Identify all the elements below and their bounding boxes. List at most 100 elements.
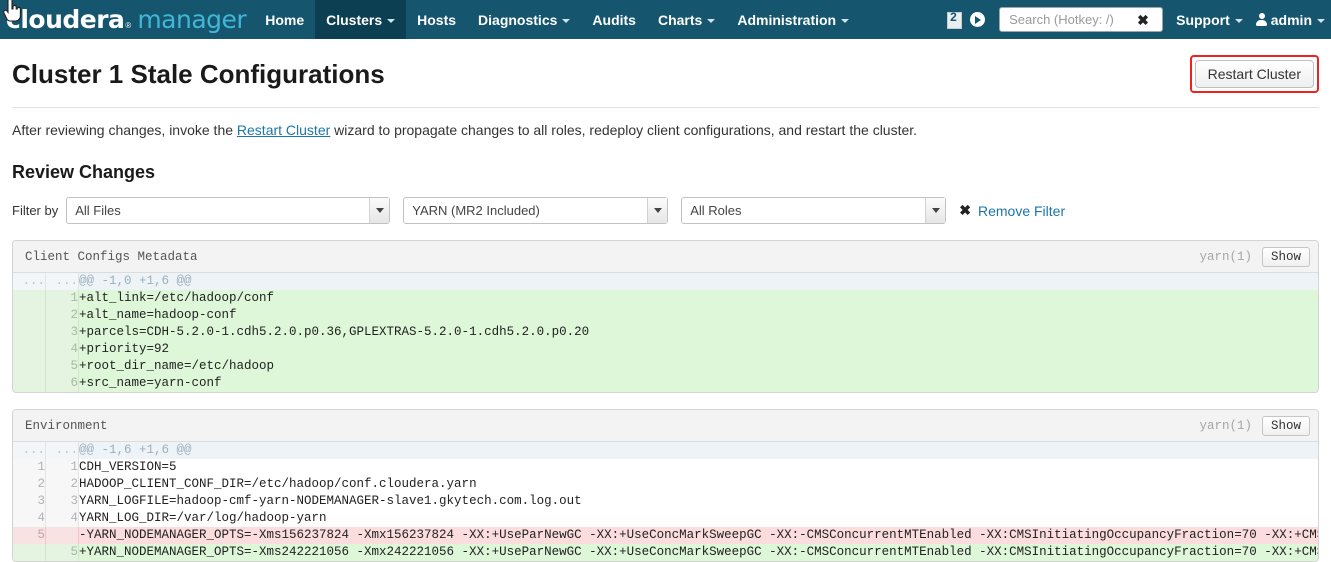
diff-panel-service-tag: yarn(1) [1199, 249, 1252, 264]
user-menu-label: admin [1270, 11, 1312, 28]
diff-row: 2 2 HADOOP_CLIENT_CONF_DIR=/etc/hadoop/c… [13, 476, 1318, 493]
diff-table: ... ... @@ -1,0 +1,6 @@ 1 +alt_link=/etc… [13, 273, 1318, 392]
service-filter-value: YARN (MR2 Included) [412, 203, 540, 218]
diff-panel-title: Client Configs Metadata [25, 249, 198, 264]
navbar-right-tools: 2 ✖ Support admin [945, 0, 1331, 39]
diff-old-lineno [13, 358, 46, 375]
remove-filter-button[interactable]: ✖ Remove Filter [959, 202, 1065, 219]
top-navbar: cloudera ® manager Home Clusters Hosts D… [0, 0, 1331, 39]
diff-row: 1 1 CDH_VERSION=5 [13, 459, 1318, 476]
chevron-down-icon [647, 198, 668, 223]
diff-code: +root_dir_name=/etc/hadoop [78, 358, 1318, 375]
diff-code: +alt_link=/etc/hadoop/conf [78, 290, 1318, 307]
diff-new-lineno: 1 [45, 290, 79, 307]
diff-old-lineno: 5 [13, 527, 46, 544]
running-commands-count: 2 [950, 9, 957, 24]
support-menu[interactable]: Support [1176, 12, 1243, 28]
brand-manager-text: manager [137, 5, 247, 34]
nav-item-hosts[interactable]: Hosts [406, 0, 467, 39]
diff-code: CDH_VERSION=5 [78, 459, 1318, 476]
diff-code: YARN_LOGFILE=hadoop-cmf-yarn-NODEMANAGER… [78, 493, 1318, 510]
search-clear-icon[interactable]: ✖ [1137, 13, 1149, 27]
diff-old-lineno: 3 [13, 493, 46, 510]
close-icon: ✖ [959, 202, 971, 218]
nav-item-audits[interactable]: Audits [581, 0, 647, 39]
diff-new-lineno: 3 [45, 493, 79, 510]
service-filter-select[interactable]: YARN (MR2 Included) [403, 197, 669, 224]
diff-new-lineno: ... [45, 273, 79, 290]
user-menu[interactable]: admin [1255, 11, 1325, 28]
restart-cluster-link[interactable]: Restart Cluster [237, 122, 330, 138]
show-button[interactable]: Show [1261, 246, 1310, 267]
diff-old-lineno [13, 290, 46, 307]
nav-item-home[interactable]: Home [254, 0, 315, 39]
nav-item-diagnostics[interactable]: Diagnostics [467, 0, 581, 39]
files-filter-select[interactable]: All Files [66, 197, 391, 224]
recent-commands-icon[interactable] [970, 12, 986, 27]
page-title: Cluster 1 Stale Configurations [12, 58, 385, 89]
primary-nav: Home Clusters Hosts Diagnostics Audits C… [254, 0, 860, 39]
diff-row: 6 +src_name=yarn-conf [13, 375, 1318, 392]
show-button[interactable]: Show [1261, 415, 1310, 436]
diff-panel-service-tag: yarn(1) [1199, 418, 1252, 433]
brand-trademark-symbol: ® [125, 21, 132, 30]
diff-panel-environment: Environment yarn(1) Show ... ... @@ -1,6… [12, 409, 1319, 562]
roles-filter-select[interactable]: All Roles [681, 197, 947, 224]
nav-item-charts-label: Charts [657, 11, 703, 28]
diff-code: +alt_name=hadoop-conf [78, 307, 1318, 324]
diff-row: 4 +priority=92 [13, 341, 1318, 358]
diff-old-lineno [13, 544, 46, 561]
search-input[interactable] [1007, 11, 1136, 28]
remove-filter-label: Remove Filter [977, 202, 1066, 219]
chevron-down-icon [387, 18, 396, 23]
nav-item-administration[interactable]: Administration [726, 0, 860, 39]
diff-row: ... ... @@ -1,6 +1,6 @@ [13, 442, 1318, 459]
diff-new-lineno [45, 527, 79, 544]
diff-code: +parcels=CDH-5.2.0-1.cdh5.2.0.p0.36,GPLE… [78, 324, 1318, 341]
diff-old-lineno: ... [13, 273, 46, 290]
diff-panel-header: Client Configs Metadata yarn(1) Show [13, 241, 1318, 273]
review-changes-heading: Review Changes [12, 162, 156, 182]
user-icon [1255, 13, 1267, 26]
diff-new-lineno: 2 [45, 476, 79, 493]
diff-row: 3 3 YARN_LOGFILE=hadoop-cmf-yarn-NODEMAN… [13, 493, 1318, 510]
diff-panel-header-right: yarn(1) Show [1199, 246, 1310, 267]
diff-new-lineno: 3 [45, 324, 79, 341]
diff-new-lineno: 6 [45, 375, 79, 392]
diff-row: 5 +YARN_NODEMANAGER_OPTS=-Xms242221056 -… [13, 544, 1318, 561]
diff-old-lineno [13, 324, 46, 341]
nav-item-charts[interactable]: Charts [647, 0, 726, 39]
diff-row: 3 +parcels=CDH-5.2.0-1.cdh5.2.0.p0.36,GP… [13, 324, 1318, 341]
diff-row: 5 -YARN_NODEMANAGER_OPTS=-Xms156237824 -… [13, 527, 1318, 544]
nav-item-diagnostics-label: Diagnostics [478, 11, 558, 28]
diff-old-lineno [13, 307, 46, 324]
chevron-down-icon [562, 18, 571, 23]
nav-item-clusters-label: Clusters [326, 11, 383, 28]
diff-table: ... ... @@ -1,6 +1,6 @@ 1 1 CDH_VERSION=… [13, 442, 1318, 561]
diff-code: YARN_LOG_DIR=/var/log/hadoop-yarn [78, 510, 1318, 527]
filter-by-label: Filter by [12, 203, 59, 218]
diff-new-lineno: 1 [45, 459, 79, 476]
nav-item-clusters[interactable]: Clusters [315, 0, 407, 39]
diff-code: +YARN_NODEMANAGER_OPTS=-Xms242221056 -Xm… [78, 544, 1318, 561]
restart-cluster-button[interactable]: Restart Cluster [1194, 60, 1314, 88]
diff-code: @@ -1,6 +1,6 @@ [78, 442, 1318, 459]
running-commands-icon[interactable]: 2 [945, 9, 965, 29]
diff-code: +src_name=yarn-conf [78, 375, 1318, 392]
search-box[interactable]: ✖ [999, 7, 1164, 32]
diff-new-lineno: 2 [45, 307, 79, 324]
diff-old-lineno [13, 341, 46, 358]
nav-item-hosts-label: Hosts [417, 11, 457, 28]
nav-item-administration-label: Administration [737, 11, 837, 28]
diff-old-lineno: ... [13, 442, 46, 459]
diff-panel-header-right: yarn(1) Show [1199, 415, 1310, 436]
page-body: Cluster 1 Stale Configurations Restart C… [0, 39, 1331, 562]
diff-old-lineno: 1 [13, 459, 46, 476]
chevron-down-icon [369, 198, 390, 223]
diff-new-lineno: 4 [45, 341, 79, 358]
brand-cloudera-text: cloudera [6, 5, 125, 34]
cloudera-manager-logo[interactable]: cloudera ® manager [0, 5, 247, 34]
diff-code: @@ -1,0 +1,6 @@ [78, 273, 1318, 290]
nav-item-audits-label: Audits [592, 11, 636, 28]
filter-bar: Filter by All Files YARN (MR2 Included) … [12, 197, 1319, 224]
